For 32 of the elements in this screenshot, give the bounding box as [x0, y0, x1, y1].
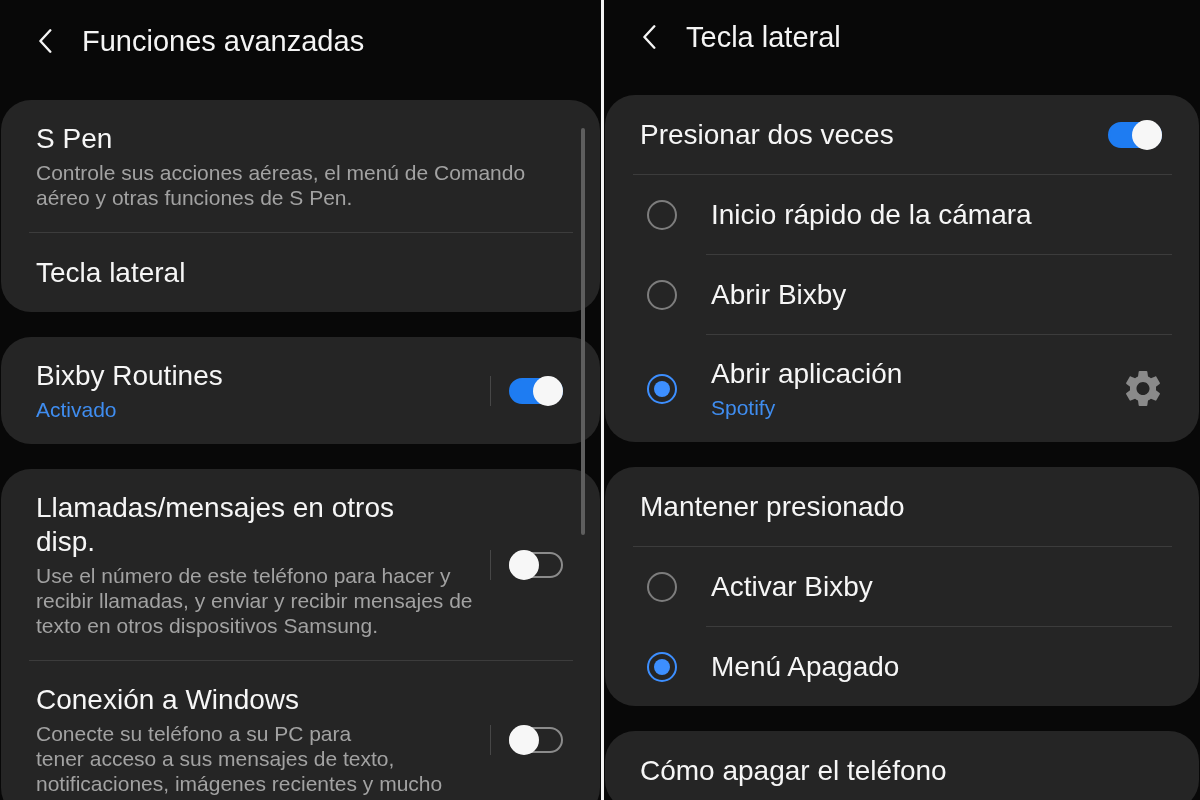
toggle-switch[interactable] — [509, 374, 563, 407]
screen-title: Funciones avanzadas — [82, 24, 365, 58]
option-label[interactable]: Inicio rápido de la cámara — [711, 197, 1032, 232]
radio-button[interactable] — [647, 373, 677, 404]
section-heading: Mantener presionado — [640, 489, 905, 524]
settings-icon[interactable] — [1126, 371, 1160, 406]
status-text: Activado — [36, 397, 117, 422]
status-text: Spotify — [711, 395, 776, 420]
option-label[interactable]: Activar Bixby — [711, 569, 873, 604]
option-label[interactable]: Abrir Bixby — [711, 277, 847, 312]
toggle-switch[interactable] — [509, 548, 563, 581]
setting-description: Use el número de este teléfono para hacer y recibir llamadas, y enviar y recibir mensajes de texto en otros dispositivos Samsung. — [36, 563, 473, 638]
option-label[interactable]: Menú Apagado — [711, 649, 900, 684]
setting-title[interactable]: S Pen — [36, 122, 113, 156]
toggle-switch[interactable] — [1108, 118, 1162, 151]
setting-description: Controle sus acciones aéreas, el menú de Comando aéreo y otras funciones de S Pen. — [36, 160, 526, 210]
back-icon[interactable] — [643, 25, 656, 49]
setting-title[interactable]: Cómo apagar el teléfono — [640, 753, 947, 788]
setting-title: Conexión a Windows — [36, 683, 300, 717]
setting-title: Bixby Routines — [36, 359, 223, 393]
option-label[interactable]: Abrir aplicación — [711, 357, 903, 391]
radio-button[interactable] — [647, 571, 677, 602]
back-icon[interactable] — [39, 29, 52, 53]
screen-title: Tecla lateral — [686, 20, 841, 54]
setting-title: Presionar dos veces — [640, 117, 894, 152]
toggle-switch[interactable] — [509, 723, 563, 756]
radio-button[interactable] — [647, 651, 677, 682]
setting-description: Conecte su teléfono a su PC para tener acceso a sus mensajes de texto, notificaciones, imágenes recientes y mucho — [36, 721, 443, 796]
setting-title[interactable]: Tecla lateral — [36, 255, 186, 290]
radio-button[interactable] — [647, 199, 677, 230]
radio-button[interactable] — [647, 279, 677, 310]
setting-title: Llamadas/mensajes en otros disp. — [36, 491, 394, 559]
